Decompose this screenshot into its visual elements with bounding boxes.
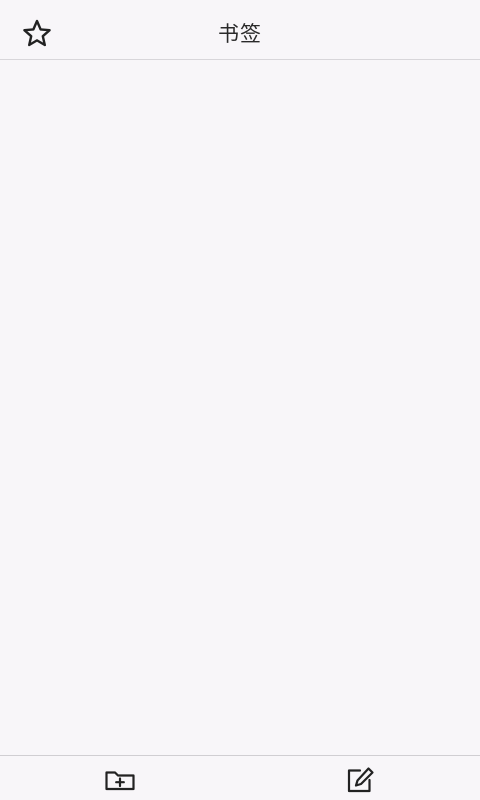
bottom-toolbar	[0, 755, 480, 800]
top-bar: 书签	[0, 0, 480, 60]
edit-icon	[347, 767, 374, 793]
bookmark-list	[0, 60, 480, 755]
page-title: 书签	[218, 22, 262, 46]
new-folder-icon	[105, 771, 135, 791]
new-folder-button[interactable]	[102, 765, 138, 795]
bookmarks-screen: 书签	[0, 0, 480, 800]
edit-button[interactable]	[342, 765, 378, 795]
